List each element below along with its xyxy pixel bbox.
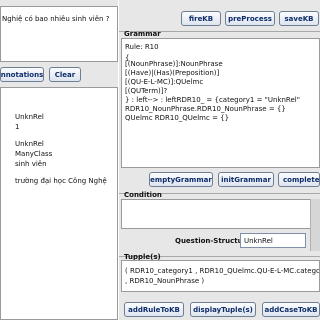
condition-title: Condition bbox=[124, 191, 162, 199]
complete-button[interactable]: completeF bbox=[278, 172, 320, 187]
list-item: trường đại học Công Nghệ bbox=[15, 177, 107, 185]
add-rule-button[interactable]: addRuleToKB bbox=[124, 302, 184, 317]
grammar-line: [(QUTerm)]? bbox=[125, 87, 168, 95]
list-item: ManyClass bbox=[15, 150, 53, 158]
save-kb-button[interactable]: saveKB bbox=[279, 11, 319, 26]
fire-kb-button[interactable]: fireKB bbox=[181, 11, 221, 26]
grammar-line: [(NounPhrase)]:NounPhrase bbox=[125, 60, 223, 68]
tuple-line: ( RDR10_category1 , RDR10_QUelmc.QU-E-L-… bbox=[125, 267, 320, 275]
list-item: UnknRel bbox=[15, 140, 44, 148]
result-list[interactable]: UnknRel 1 UnknRel ManyClass sinh viên tr… bbox=[0, 87, 118, 320]
question-area[interactable]: Nghiệ có bao nhiêu sinh viên ? bbox=[0, 6, 118, 62]
tuples-area[interactable]: ( RDR10_category1 , RDR10_QUelmc.QU-E-L-… bbox=[121, 260, 320, 292]
clear-button[interactable]: Clear bbox=[49, 67, 81, 82]
list-item: sinh viên bbox=[15, 160, 47, 168]
list-item: 1 bbox=[15, 123, 20, 131]
display-tuples-button[interactable]: displayTuple(s) bbox=[190, 302, 256, 317]
question-structure-value: UnknRel bbox=[244, 236, 273, 245]
condition-area[interactable] bbox=[121, 199, 320, 229]
init-grammar-button[interactable]: initGrammar bbox=[218, 172, 274, 187]
grammar-line: RDR10_NounPhrase.RDR10_NounPhrase = {} bbox=[125, 105, 286, 113]
list-item: UnknRel bbox=[15, 113, 44, 121]
question-structure-select[interactable]: UnknRel bbox=[240, 233, 306, 248]
grammar-line: QUelmc RDR10_QUelmc = {} bbox=[125, 114, 230, 122]
preprocess-button[interactable]: preProcess bbox=[225, 11, 275, 26]
grammar-line: [(Have)|(Has)(Preposition)] bbox=[125, 69, 220, 77]
condition-scrollbar[interactable] bbox=[310, 199, 320, 251]
tuple-line: , RDR10_NounPhrase ) bbox=[125, 277, 205, 285]
grammar-line: [(QU-E-L-MC)]:QUelmc bbox=[125, 78, 204, 86]
question-text: Nghiệ có bao nhiêu sinh viên ? bbox=[2, 15, 110, 23]
grammar-title: Grammar bbox=[124, 30, 161, 38]
grammar-line: } : left--> : leftRDR10_ = {category1 = … bbox=[125, 96, 300, 104]
empty-grammar-button[interactable]: emptyGrammar bbox=[149, 172, 213, 187]
grammar-line: Rule: R10 bbox=[125, 43, 159, 51]
add-case-button[interactable]: addCaseToKB bbox=[262, 302, 320, 317]
annotations-button[interactable]: nnotations bbox=[0, 67, 44, 82]
grammar-editor[interactable]: Rule: R10 { [(NounPhrase)]:NounPhrase [(… bbox=[121, 38, 320, 168]
